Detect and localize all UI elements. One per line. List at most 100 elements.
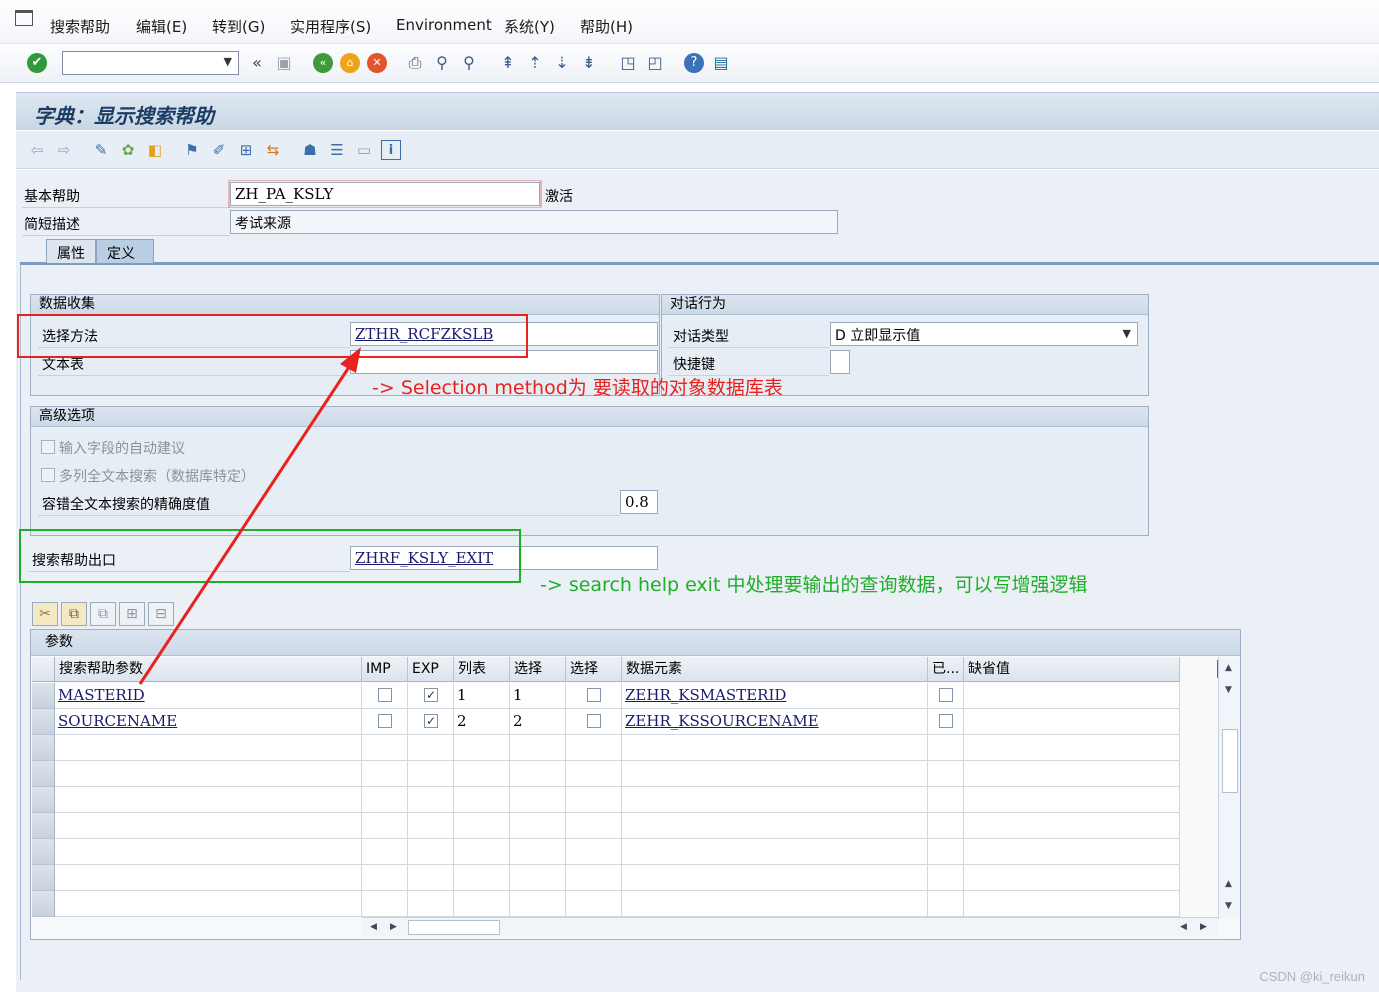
next-page-icon[interactable]: ⇣ [552,53,572,73]
table-cell-imp[interactable] [362,761,408,787]
chevron-down-icon[interactable]: ▼ [1123,327,1131,340]
row-selector[interactable] [32,865,55,891]
table-cell-mod[interactable] [928,813,964,839]
navigate-icon[interactable]: ⇆ [263,140,283,160]
auto-suggest-checkbox[interactable] [41,440,55,454]
table-cell-exp[interactable] [408,735,454,761]
table-cell-sel[interactable] [510,891,566,917]
table-cell-exp[interactable] [408,839,454,865]
find-next-icon[interactable]: ⚲ [459,53,479,73]
table-cell-list[interactable] [454,891,510,917]
table-cell-param[interactable] [55,813,362,839]
scroll-left-icon[interactable]: ◀ [370,922,377,932]
paste-icon[interactable]: ⧉ [90,602,116,626]
row-selector[interactable] [32,761,55,787]
table-checkbox-mod[interactable] [939,688,953,702]
scroll-far-right-icon[interactable]: ▶ [1200,922,1207,932]
table-cell-param[interactable] [55,787,362,813]
table-checkbox-exp[interactable]: ✓ [424,688,438,702]
table-cell-param[interactable] [55,891,362,917]
table-cell-sel2[interactable] [566,891,622,917]
menu-edit[interactable]: 编辑(E) [136,16,187,37]
table-cell-exp[interactable] [408,761,454,787]
table-cell-list[interactable] [454,839,510,865]
table-checkbox-imp[interactable] [378,714,392,728]
table-cell-exp[interactable]: ✓ [408,709,454,735]
new-session-icon[interactable]: ◳ [618,53,638,73]
hierarchy-icon[interactable]: ☗ [300,140,320,160]
find-icon[interactable]: ⚲ [432,53,452,73]
command-field[interactable]: ▼ [62,51,239,75]
accuracy-field[interactable]: 0.8 [620,490,658,514]
table-cell-imp[interactable] [362,839,408,865]
scroll-down-icon[interactable]: ▼ [1225,685,1232,695]
prev-page-icon[interactable]: ⇡ [525,53,545,73]
table-cell-list[interactable] [454,813,510,839]
last-page-icon[interactable]: ⇟ [579,53,599,73]
first-page-icon[interactable]: ⇞ [498,53,518,73]
scroll-page-up-icon[interactable]: ▲ [1225,879,1232,889]
menu-system[interactable]: 系统(Y) [504,16,555,37]
table-cell-mod[interactable] [928,787,964,813]
back-double-icon[interactable]: « [247,53,267,73]
table-icon[interactable]: ▭ [354,140,374,160]
dialog-type-select[interactable]: D 立即显示值 ▼ [830,322,1138,346]
vertical-scrollbar[interactable]: ▲ ▼ ▲ ▼ [1218,657,1240,919]
where-used-icon[interactable]: ⊞ [236,140,256,160]
table-cell-exp[interactable] [408,891,454,917]
table-cell-exp[interactable] [408,787,454,813]
table-cell-default[interactable] [964,709,1180,735]
table-cell-sel2[interactable] [566,813,622,839]
table-cell-default[interactable] [964,735,1180,761]
row-selector[interactable] [32,891,55,917]
table-cell-element[interactable] [622,839,928,865]
table-cell-param[interactable]: MASTERID [55,683,362,709]
exit-icon[interactable]: ⌂ [340,53,360,73]
back-arrow-icon[interactable]: ⇦ [27,140,47,160]
table-cell-sel[interactable] [510,839,566,865]
table-cell-sel2[interactable] [566,761,622,787]
scroll-up-icon[interactable]: ▲ [1225,663,1232,673]
table-cell-sel2[interactable] [566,839,622,865]
table-cell-default[interactable] [964,891,1180,917]
table-cell-element[interactable] [622,891,928,917]
table-cell-sel2[interactable] [566,865,622,891]
table-cell-sel[interactable] [510,813,566,839]
menu-utilities[interactable]: 实用程序(S) [290,16,371,37]
table-cell-default[interactable] [964,813,1180,839]
table-cell-element[interactable] [622,787,928,813]
scroll-page-down-icon[interactable]: ▼ [1225,901,1232,911]
table-cell-default[interactable] [964,839,1180,865]
table-cell-sel[interactable] [510,787,566,813]
table-cell-sel[interactable] [510,865,566,891]
table-cell-sel[interactable] [510,735,566,761]
copy-icon[interactable]: ⧉ [61,602,87,626]
table-cell-param[interactable] [55,839,362,865]
menu-help[interactable]: 帮助(H) [580,16,633,37]
chevron-down-icon[interactable]: ▼ [224,55,232,68]
layout-icon[interactable]: ▤ [711,53,731,73]
table-cell-imp[interactable] [362,683,408,709]
cancel-icon[interactable]: ✕ [367,53,387,73]
display-change-icon[interactable]: ✎ [91,140,111,160]
table-cell-list[interactable] [454,787,510,813]
activate-icon[interactable]: ✿ [118,140,138,160]
table-cell-imp[interactable] [362,813,408,839]
horizontal-scrollbar[interactable]: ◀ ▶ ◀ ▶ [362,917,1218,937]
info-icon[interactable]: i [381,140,401,160]
col-header-default[interactable]: 缺省值 [964,657,1180,682]
table-cell-mod[interactable] [928,761,964,787]
table-cell-imp[interactable] [362,709,408,735]
table-cell-element[interactable]: ZEHR_KSSOURCENAME [622,709,928,735]
insert-row-icon[interactable]: ⊞ [119,602,145,626]
table-cell-imp[interactable] [362,787,408,813]
table-checkbox-exp[interactable]: ✓ [424,714,438,728]
table-checkbox-imp[interactable] [378,688,392,702]
table-cell-param[interactable] [55,735,362,761]
table-cell-sel[interactable]: 2 [510,709,566,735]
row-selector[interactable] [32,787,55,813]
table-cell-exp[interactable] [408,865,454,891]
row-selector[interactable] [32,709,55,735]
table-cell-param[interactable] [55,865,362,891]
table-cell-param[interactable]: SOURCENAME [55,709,362,735]
